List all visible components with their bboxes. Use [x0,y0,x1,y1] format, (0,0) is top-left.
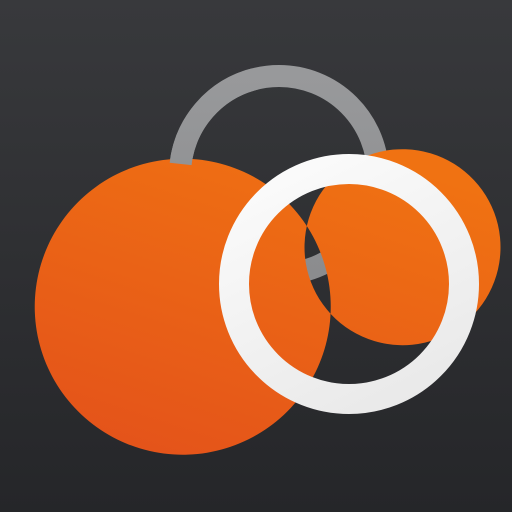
app-icon[interactable] [0,0,512,512]
interlocking-rings-logo-icon [0,0,512,512]
